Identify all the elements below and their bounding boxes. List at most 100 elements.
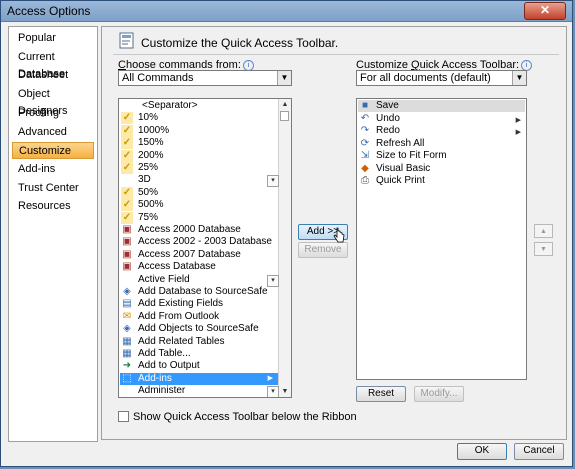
title-bar[interactable]: Access Options ✕	[1, 1, 572, 22]
check-icon: ✓	[121, 211, 133, 224]
command-label: Add From Outlook	[138, 310, 220, 322]
command-label: Access 2000 Database	[138, 224, 241, 235]
toolbar-item[interactable]: ↷ Redo ▶	[358, 125, 525, 137]
section-title: Customize the Quick Access Toolbar.	[141, 36, 339, 50]
size-to-fit-icon: ⇲	[360, 150, 370, 161]
command-item[interactable]: ✓ 500%	[120, 199, 279, 212]
toolbar-item-label: Redo	[376, 125, 400, 136]
nav-item-proofing[interactable]: Proofing	[12, 105, 94, 122]
command-label: Add to Output	[138, 360, 200, 372]
command-item[interactable]: ▣ Access Database	[120, 261, 279, 273]
command-item[interactable]: ▣ Access 2002 - 2003 Database	[120, 236, 279, 248]
info-icon[interactable]: i	[242, 59, 254, 71]
toolbar-item[interactable]: ■ Save	[358, 100, 525, 112]
toolbar-item[interactable]: ↶ Undo ▶	[358, 113, 525, 125]
choose-commands-select[interactable]: All Commands ▼	[118, 70, 292, 86]
nav-item-trust-center[interactable]: Trust Center	[12, 180, 94, 197]
move-up-button[interactable]: ▲	[534, 224, 553, 238]
command-item[interactable]: ✓ 10%	[120, 112, 279, 125]
scroll-up-icon[interactable]: ▲	[279, 99, 291, 110]
toolbar-item-label: Save	[376, 100, 399, 111]
commands-scrollbar[interactable]: ▲ ▼	[278, 99, 291, 397]
command-item[interactable]: ✓ 50%	[120, 186, 279, 199]
chevron-down-icon[interactable]: ▾	[267, 274, 279, 287]
cancel-button[interactable]: Cancel	[514, 443, 564, 460]
command-label: 1000%	[138, 124, 170, 136]
nav-item-datasheet[interactable]: Datasheet	[12, 67, 94, 84]
toolbar-item[interactable]: ⟳ Refresh All	[358, 138, 525, 150]
toolbar-item-label: Undo	[376, 112, 400, 124]
chevron-down-icon[interactable]: ▼	[277, 71, 291, 85]
nav-item-current-database[interactable]: Current Database	[12, 49, 94, 80]
toolbar-item[interactable]: ◆ Visual Basic	[358, 163, 525, 175]
nav-item-add-ins[interactable]: Add-ins	[12, 161, 94, 178]
command-label: Add Table...	[138, 348, 191, 359]
command-label: 50%	[138, 186, 159, 198]
close-icon[interactable]: ✕	[524, 2, 566, 20]
nav-item-advanced[interactable]: Advanced	[12, 124, 94, 141]
check-icon: ✓	[121, 137, 133, 150]
chevron-down-icon[interactable]: ▾	[267, 175, 279, 188]
check-icon: ✓	[121, 149, 133, 162]
chevron-down-icon[interactable]: ▾	[267, 386, 279, 397]
command-item[interactable]: <Separator>	[120, 100, 279, 112]
redo-icon: ↷	[360, 125, 370, 136]
command-item[interactable]: Active Field	[120, 274, 279, 286]
command-label: Add Existing Fields	[138, 298, 224, 310]
choose-commands-value: All Commands	[122, 72, 194, 84]
blank-icon	[121, 174, 133, 186]
check-icon: ✓	[121, 186, 133, 199]
save-icon: ■	[361, 100, 369, 111]
toolbar-items-list[interactable]: ■ Save ↶ Undo ▶ ↷ Redo ▶ ⟳ Refresh All ⇲ Size to Fi…	[356, 98, 527, 380]
remove-button[interactable]: Remove	[298, 242, 348, 258]
command-label: 3D	[138, 174, 151, 186]
command-item[interactable]: ✓ 25%	[120, 162, 279, 174]
blank-icon	[121, 274, 133, 286]
move-down-button[interactable]: ▼	[534, 242, 553, 256]
command-item[interactable]: ▤ Add Existing Fields	[120, 298, 279, 310]
visual-basic-icon: ◆	[361, 162, 369, 174]
check-icon: ✓	[121, 162, 133, 174]
command-item[interactable]: ▣ Access 2007 Database	[120, 249, 279, 261]
show-below-ribbon-checkbox[interactable]	[118, 411, 129, 422]
refresh-icon: ⟳	[360, 137, 370, 149]
command-item[interactable]: Administer	[120, 385, 279, 397]
nav-item-object-designers[interactable]: Object Designers	[12, 86, 94, 117]
command-item[interactable]: ✓ 1000%	[120, 124, 279, 137]
scroll-down-icon[interactable]: ▼	[279, 386, 291, 397]
toolbar-scope-select[interactable]: For all documents (default) ▼	[356, 70, 527, 86]
toolbar-item[interactable]: ⎙ Quick Print	[358, 175, 525, 187]
nav-item-resources[interactable]: Resources	[12, 198, 94, 215]
modify-button[interactable]: Modify...	[414, 386, 464, 402]
blank-icon	[121, 100, 133, 112]
command-item[interactable]: ✓ 75%	[120, 211, 279, 224]
command-item[interactable]: ▦ Add Table...	[120, 348, 279, 360]
reset-button[interactable]: Reset	[356, 386, 406, 402]
command-label: 150%	[138, 137, 164, 149]
database-icon: ▣	[122, 248, 132, 260]
toolbar-item[interactable]: ⇲ Size to Fit Form	[358, 150, 525, 162]
commands-list[interactable]: Administer ⬚ Add-ins ➜ Add to Output ▦ Add Tab…	[118, 98, 292, 398]
submenu-arrow-icon: ▶	[267, 374, 273, 382]
command-item[interactable]: ✓ 150%	[120, 137, 279, 150]
command-item[interactable]: ✓ 200%	[120, 149, 279, 162]
nav-item-popular[interactable]: Popular	[12, 30, 94, 47]
nav-item-customize[interactable]: Customize	[12, 142, 94, 160]
ok-button[interactable]: OK	[457, 443, 507, 460]
command-item[interactable]: ✉ Add From Outlook	[120, 311, 279, 323]
header-divider	[113, 54, 559, 55]
info-icon[interactable]: i	[521, 59, 533, 71]
mouse-cursor-icon	[333, 227, 345, 243]
output-icon: ➜	[122, 360, 132, 372]
command-item[interactable]: ▣ Access 2000 Database	[120, 224, 279, 236]
chevron-down-icon[interactable]: ▼	[512, 71, 526, 85]
command-item[interactable]: ◈ Add Objects to SourceSafe	[120, 323, 279, 335]
command-label: 200%	[138, 149, 164, 161]
command-item[interactable]: ▦ Add Related Tables	[120, 336, 279, 348]
scroll-thumb[interactable]	[280, 111, 289, 121]
command-item[interactable]: ◈ Add Database to SourceSafe	[120, 286, 279, 298]
command-item[interactable]: ⬚ Add-ins	[120, 372, 279, 385]
sourcesafe-icon: ◈	[123, 323, 131, 335]
command-item[interactable]: ➜ Add to Output	[120, 360, 279, 372]
command-item[interactable]: 3D	[120, 174, 279, 186]
